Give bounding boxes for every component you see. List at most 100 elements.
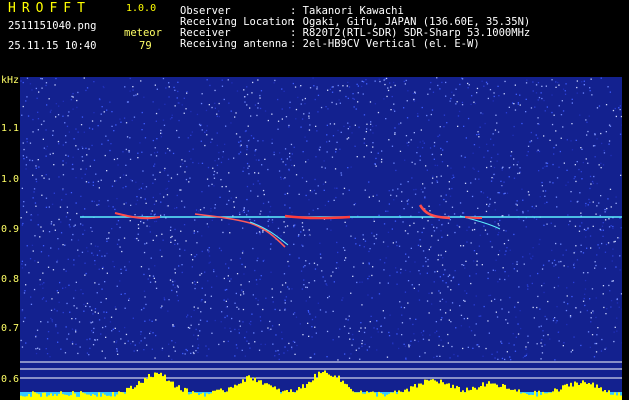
noise-speck: [589, 201, 591, 204]
noise-speck: [525, 348, 527, 350]
noise-speck: [309, 189, 312, 192]
noise-speck: [143, 349, 145, 351]
noise-speck: [522, 220, 525, 222]
noise-speck: [419, 159, 421, 161]
noise-speck: [542, 167, 544, 169]
level-bar: [126, 387, 128, 400]
level-bar: [226, 391, 228, 400]
noise-speck: [48, 231, 51, 233]
noise-speck: [96, 254, 99, 256]
noise-speck: [93, 200, 95, 203]
noise-speck: [136, 93, 139, 95]
noise-speck: [226, 315, 228, 317]
noise-speck: [27, 115, 30, 117]
noise-speck: [354, 203, 356, 205]
noise-speck: [590, 247, 592, 249]
noise-speck: [221, 219, 223, 221]
noise-speck: [501, 169, 503, 171]
noise-speck: [538, 243, 540, 245]
noise-speck: [257, 195, 259, 197]
level-bar: [592, 382, 594, 400]
noise-speck: [181, 264, 183, 266]
noise-speck: [51, 319, 53, 321]
noise-speck: [289, 107, 291, 109]
noise-speck: [529, 141, 531, 143]
noise-speck: [348, 332, 350, 334]
noise-speck: [401, 200, 403, 202]
noise-speck: [494, 221, 496, 223]
noise-speck: [343, 187, 346, 189]
noise-speck: [193, 280, 196, 283]
noise-speck: [373, 243, 375, 245]
noise-speck: [483, 225, 485, 227]
noise-speck: [496, 160, 498, 162]
noise-speck: [21, 267, 24, 269]
level-bar: [70, 395, 72, 400]
noise-speck: [371, 274, 373, 277]
noise-speck: [455, 88, 457, 90]
noise-speck: [488, 332, 490, 334]
noise-speck: [62, 287, 64, 289]
noise-speck: [317, 208, 319, 210]
noise-speck: [205, 345, 207, 347]
noise-speck: [140, 80, 142, 82]
noise-speck: [423, 142, 425, 144]
y-tick-label: 0.6: [1, 374, 20, 385]
noise-speck: [259, 94, 261, 97]
noise-speck: [104, 255, 106, 257]
noise-speck: [555, 144, 557, 146]
noise-speck: [193, 309, 195, 311]
noise-speck: [558, 261, 560, 263]
noise-speck: [532, 306, 534, 309]
noise-speck: [92, 254, 95, 256]
noise-speck: [502, 166, 504, 168]
noise-speck: [532, 247, 534, 249]
noise-speck: [540, 92, 542, 94]
noise-speck: [83, 77, 85, 79]
noise-speck: [46, 104, 48, 106]
noise-speck: [290, 143, 293, 146]
noise-speck: [485, 347, 487, 350]
noise-speck: [319, 253, 322, 255]
noise-speck: [522, 212, 524, 214]
noise-speck: [339, 102, 341, 104]
noise-speck: [154, 163, 156, 165]
noise-speck: [568, 224, 570, 226]
noise-speck: [504, 253, 506, 256]
noise-speck: [45, 129, 47, 131]
noise-speck: [196, 254, 198, 256]
noise-speck: [120, 338, 122, 340]
noise-speck: [98, 203, 100, 206]
noise-speck: [246, 104, 248, 106]
noise-speck: [124, 326, 126, 329]
noise-speck: [403, 343, 405, 345]
noise-speck: [497, 281, 499, 283]
noise-speck: [347, 122, 349, 124]
noise-speck: [480, 191, 482, 193]
noise-speck: [595, 316, 597, 319]
level-bar: [346, 384, 348, 400]
noise-speck: [444, 269, 446, 271]
noise-speck: [174, 350, 176, 352]
noise-speck: [375, 237, 377, 240]
noise-speck: [65, 154, 67, 156]
noise-speck: [441, 81, 443, 84]
noise-speck: [249, 218, 251, 221]
noise-speck: [99, 250, 101, 252]
level-bar: [72, 391, 74, 400]
noise-speck: [90, 322, 92, 324]
noise-speck: [160, 136, 162, 138]
noise-speck: [471, 229, 474, 231]
noise-speck: [372, 266, 374, 268]
level-bar: [218, 389, 220, 400]
noise-speck: [505, 112, 508, 114]
noise-speck: [515, 93, 517, 95]
noise-speck: [125, 185, 127, 188]
noise-speck: [327, 297, 329, 299]
noise-speck: [104, 281, 106, 283]
noise-speck: [466, 241, 468, 243]
noise-speck: [243, 293, 245, 295]
noise-speck: [84, 208, 86, 210]
noise-speck: [404, 159, 406, 161]
noise-speck: [291, 346, 293, 348]
